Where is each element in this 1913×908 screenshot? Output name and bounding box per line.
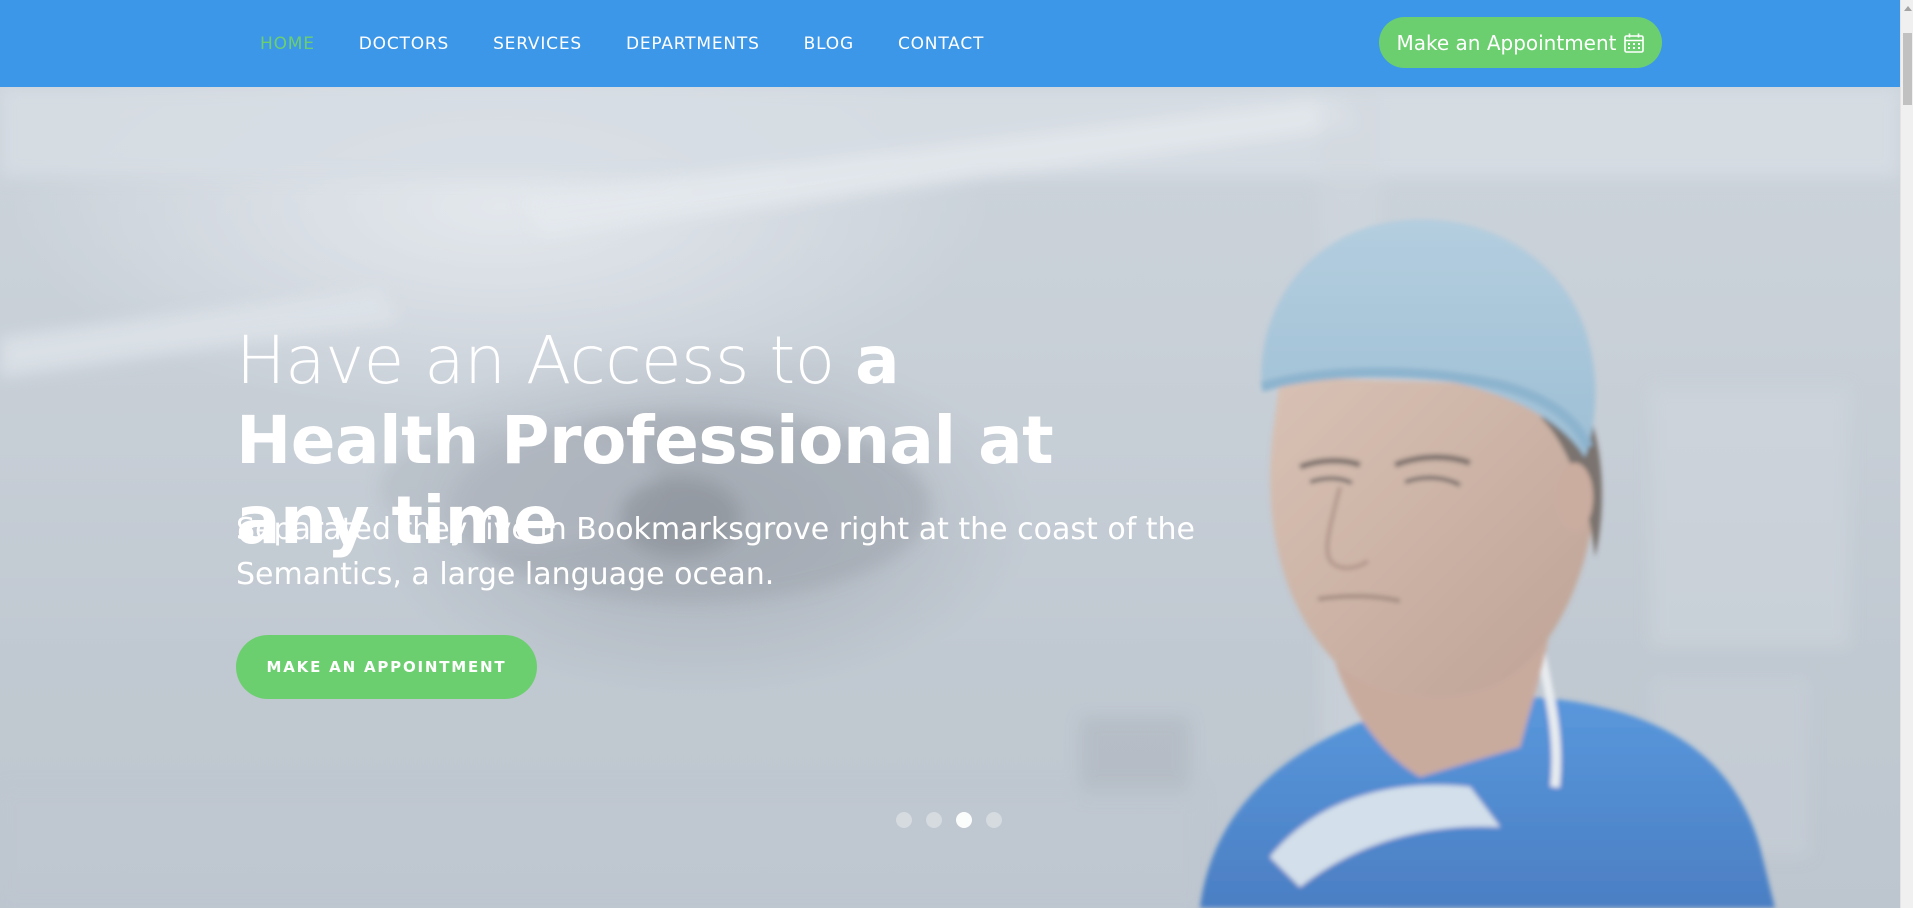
nav-item-departments[interactable]: DEPARTMENTS — [617, 28, 769, 60]
page: HOME DOCTORS SERVICES DEPARTMENTS BLOG C… — [0, 0, 1913, 908]
scrollbar-thumb[interactable] — [1903, 33, 1912, 105]
make-appointment-hero-button[interactable]: MAKE AN APPOINTMENT — [236, 635, 537, 699]
nav-item-services[interactable]: SERVICES — [484, 28, 591, 60]
slider-dots — [896, 812, 1002, 828]
hero-subtitle: Separated they live in Bookmarksgrove ri… — [236, 512, 1196, 592]
slider-dot-2[interactable] — [926, 812, 942, 828]
slider-dot-1[interactable] — [896, 812, 912, 828]
nav-item-contact[interactable]: CONTACT — [889, 28, 993, 60]
make-appointment-nav-button[interactable]: Make an Appointment — [1379, 17, 1662, 68]
slider-dot-4[interactable] — [986, 812, 1002, 828]
top-navbar: HOME DOCTORS SERVICES DEPARTMENTS BLOG C… — [0, 0, 1900, 87]
nav-menu: HOME DOCTORS SERVICES DEPARTMENTS BLOG C… — [238, 0, 1006, 87]
hero-heading-light: Have an Access to — [236, 322, 856, 399]
scroll-up-arrow-icon[interactable] — [1904, 6, 1912, 11]
nav-item-blog[interactable]: BLOG — [795, 28, 863, 60]
page-scrollbar[interactable] — [1900, 0, 1913, 908]
make-appointment-nav-label: Make an Appointment — [1396, 30, 1617, 55]
nav-item-home[interactable]: HOME — [251, 28, 324, 60]
slider-dot-3[interactable] — [956, 812, 972, 828]
calendar-icon — [1623, 32, 1645, 54]
nav-item-doctors[interactable]: DOCTORS — [350, 28, 458, 60]
hero-slider: Have an Access to a Health Professional … — [0, 87, 1900, 908]
